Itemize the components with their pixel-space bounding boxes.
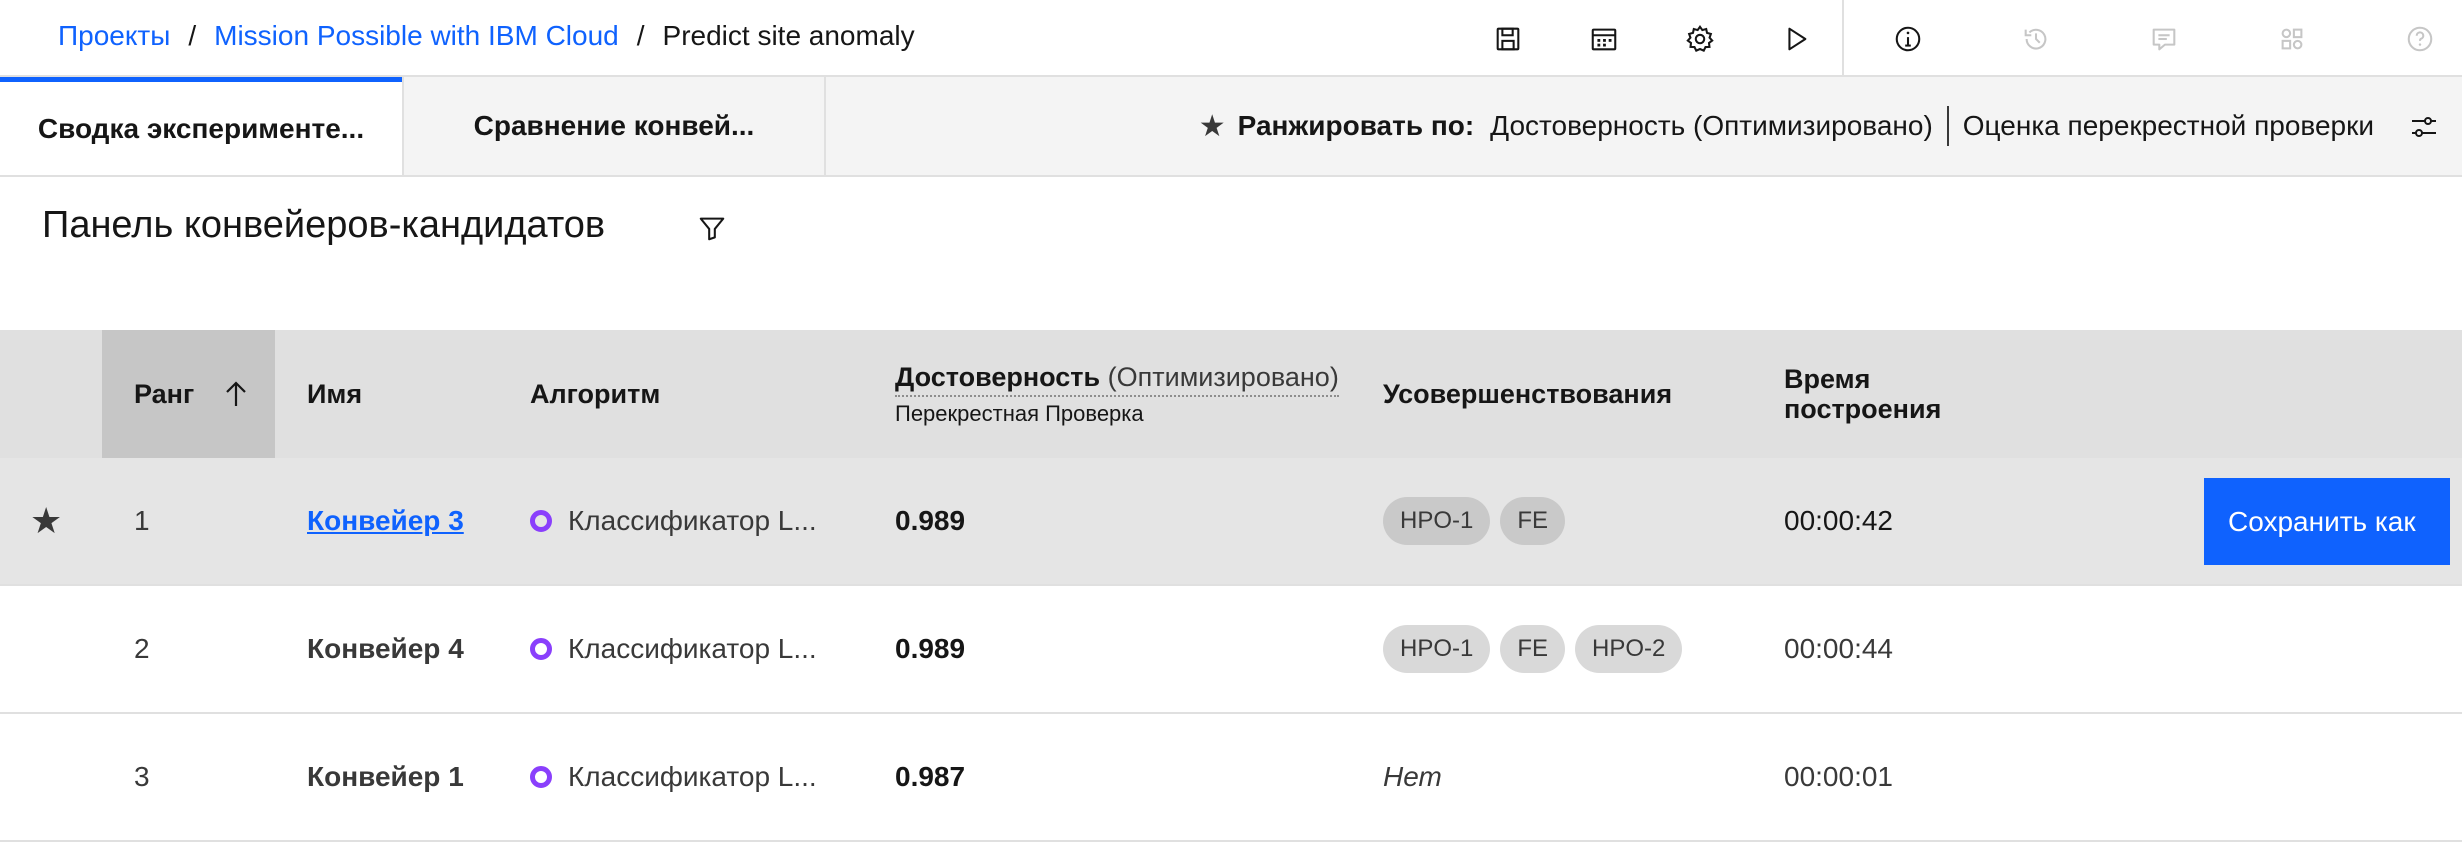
algorithm-cell: Классификатор L... (530, 458, 817, 584)
accuracy-optimized-label: (Оптимизировано) (1107, 361, 1339, 392)
rank-by-method: Оценка перекрестной проверки (1962, 110, 2374, 141)
enhancements-cell: HPO-1 FE HPO-2 (1383, 586, 1683, 712)
star-icon: ★ (1198, 109, 1226, 143)
pipeline-name[interactable]: Конвейер 1 (307, 714, 464, 840)
filter-icon[interactable] (694, 210, 730, 246)
page-title: Панель конвейеров-кандидатов (42, 204, 606, 246)
algorithm-cell: Классификатор L... (530, 714, 817, 840)
run-icon[interactable] (1772, 15, 1820, 63)
column-header-name[interactable]: Имя (307, 330, 362, 458)
breadcrumb-projects-link[interactable]: Проекты (58, 16, 170, 56)
enhancement-tag: HPO-2 (1575, 625, 1683, 673)
help-icon[interactable] (2396, 15, 2444, 63)
accuracy-header-subtitle: Перекрестная Проверка (895, 400, 1144, 426)
tab-experiment-summary[interactable]: Сводка эксперименте... (0, 77, 402, 175)
column-header-accuracy[interactable]: Достоверность (Оптимизировано) Перекрест… (895, 330, 1339, 458)
algorithm-dot-icon (530, 766, 552, 788)
column-header-enhancements[interactable]: Усовершенствования (1383, 330, 1672, 458)
comment-icon[interactable] (2140, 15, 2188, 63)
enhancement-tag: HPO-1 (1383, 497, 1491, 545)
enhancements-none: Нет (1383, 761, 1442, 792)
enhancements-cell: HPO-1 FE (1383, 458, 1566, 584)
enhancement-tag: FE (1500, 625, 1566, 673)
breadcrumb-separator: / (188, 20, 197, 51)
breadcrumb: Проекты / Mission Possible with IBM Clou… (58, 16, 915, 56)
build-time-cell: 00:00:01 (1784, 761, 1893, 792)
column-header-algorithm[interactable]: Алгоритм (530, 330, 660, 458)
build-time-cell: 00:00:44 (1784, 633, 1893, 664)
settings-icon[interactable] (1676, 15, 1724, 63)
table-row[interactable]: 3 Конвейер 1 Классификатор L... 0.987 Не… (0, 714, 2462, 842)
info-icon[interactable] (1884, 15, 1932, 63)
algorithm-dot-icon (530, 638, 552, 660)
save-icon[interactable] (1484, 15, 1532, 63)
history-icon[interactable] (2012, 15, 2060, 63)
save-as-button[interactable]: Сохранить как (2204, 478, 2450, 565)
star-icon: ★ (30, 500, 63, 541)
build-time-cell: 00:00:42 (1784, 505, 1893, 536)
algorithm-label: Классификатор L... (568, 761, 817, 792)
apps-icon[interactable] (2268, 15, 2316, 63)
tab-pipeline-comparison[interactable]: Сравнение конвей... (402, 77, 826, 175)
algorithm-cell: Классификатор L... (530, 586, 817, 712)
accuracy-header-label: Достоверность (895, 361, 1101, 392)
pipelines-table: Ранг Имя Алгоритм Достоверность (Оптимиз… (0, 330, 2462, 842)
algorithm-label: Классификатор L... (568, 633, 817, 664)
accuracy-cell: 0.989 (895, 505, 966, 536)
accuracy-cell: 0.989 (895, 633, 966, 664)
enhancements-cell: Нет (1383, 714, 1442, 840)
rank-cell: 2 (134, 633, 150, 664)
breadcrumb-current-page: Predict site anomaly (662, 20, 915, 51)
accuracy-header-title: Достоверность (Оптимизировано) (895, 362, 1339, 397)
toolbar-divider (1842, 0, 1844, 75)
sliders-icon[interactable] (2404, 107, 2444, 147)
pipeline-name[interactable]: Конвейер 4 (307, 586, 464, 712)
enhancement-tag: FE (1500, 497, 1566, 545)
build-time-header-label: Время построения (1784, 364, 1941, 424)
rank-by-label: Ранжировать по: (1237, 110, 1475, 141)
table-header: Ранг Имя Алгоритм Достоверность (Оптимиз… (0, 330, 2462, 458)
tab-bar: Сводка эксперименте... Сравнение конвей.… (0, 77, 2462, 177)
table-row[interactable]: ★ 1 Конвейер 3 Классификатор L... 0.989 … (0, 458, 2462, 586)
build-time-header-line1: Время (1784, 364, 1871, 394)
accuracy-cell: 0.987 (895, 761, 966, 792)
rank-cell: 3 (134, 761, 150, 792)
table-row[interactable]: 2 Конвейер 4 Классификатор L... 0.989 HP… (0, 586, 2462, 714)
enhancement-tag: HPO-1 (1383, 625, 1491, 673)
rank-cell: 1 (134, 505, 150, 536)
top-header: Проекты / Mission Possible with IBM Clou… (0, 0, 2462, 77)
pipeline-name-link[interactable]: Конвейер 3 (307, 458, 464, 584)
rank-by-divider (1946, 106, 1949, 146)
rank-by-selector[interactable]: ★ Ранжировать по: Достоверность (Оптимиз… (1199, 77, 2374, 175)
breadcrumb-separator: / (636, 20, 645, 51)
calendar-icon[interactable] (1580, 15, 1628, 63)
column-header-build-time[interactable]: Время построения (1784, 330, 1984, 458)
algorithm-dot-icon (530, 510, 552, 532)
column-header-rank-label: Ранг (134, 378, 195, 409)
breadcrumb-project-link[interactable]: Mission Possible with IBM Cloud (214, 16, 619, 56)
algorithm-label: Классификатор L... (568, 505, 817, 536)
build-time-header-line2: построения (1784, 394, 1942, 424)
rank-by-metric: Достоверность (Оптимизировано) (1490, 110, 1933, 141)
column-header-rank[interactable]: Ранг (102, 330, 275, 458)
sort-ascending-icon[interactable] (220, 378, 252, 410)
